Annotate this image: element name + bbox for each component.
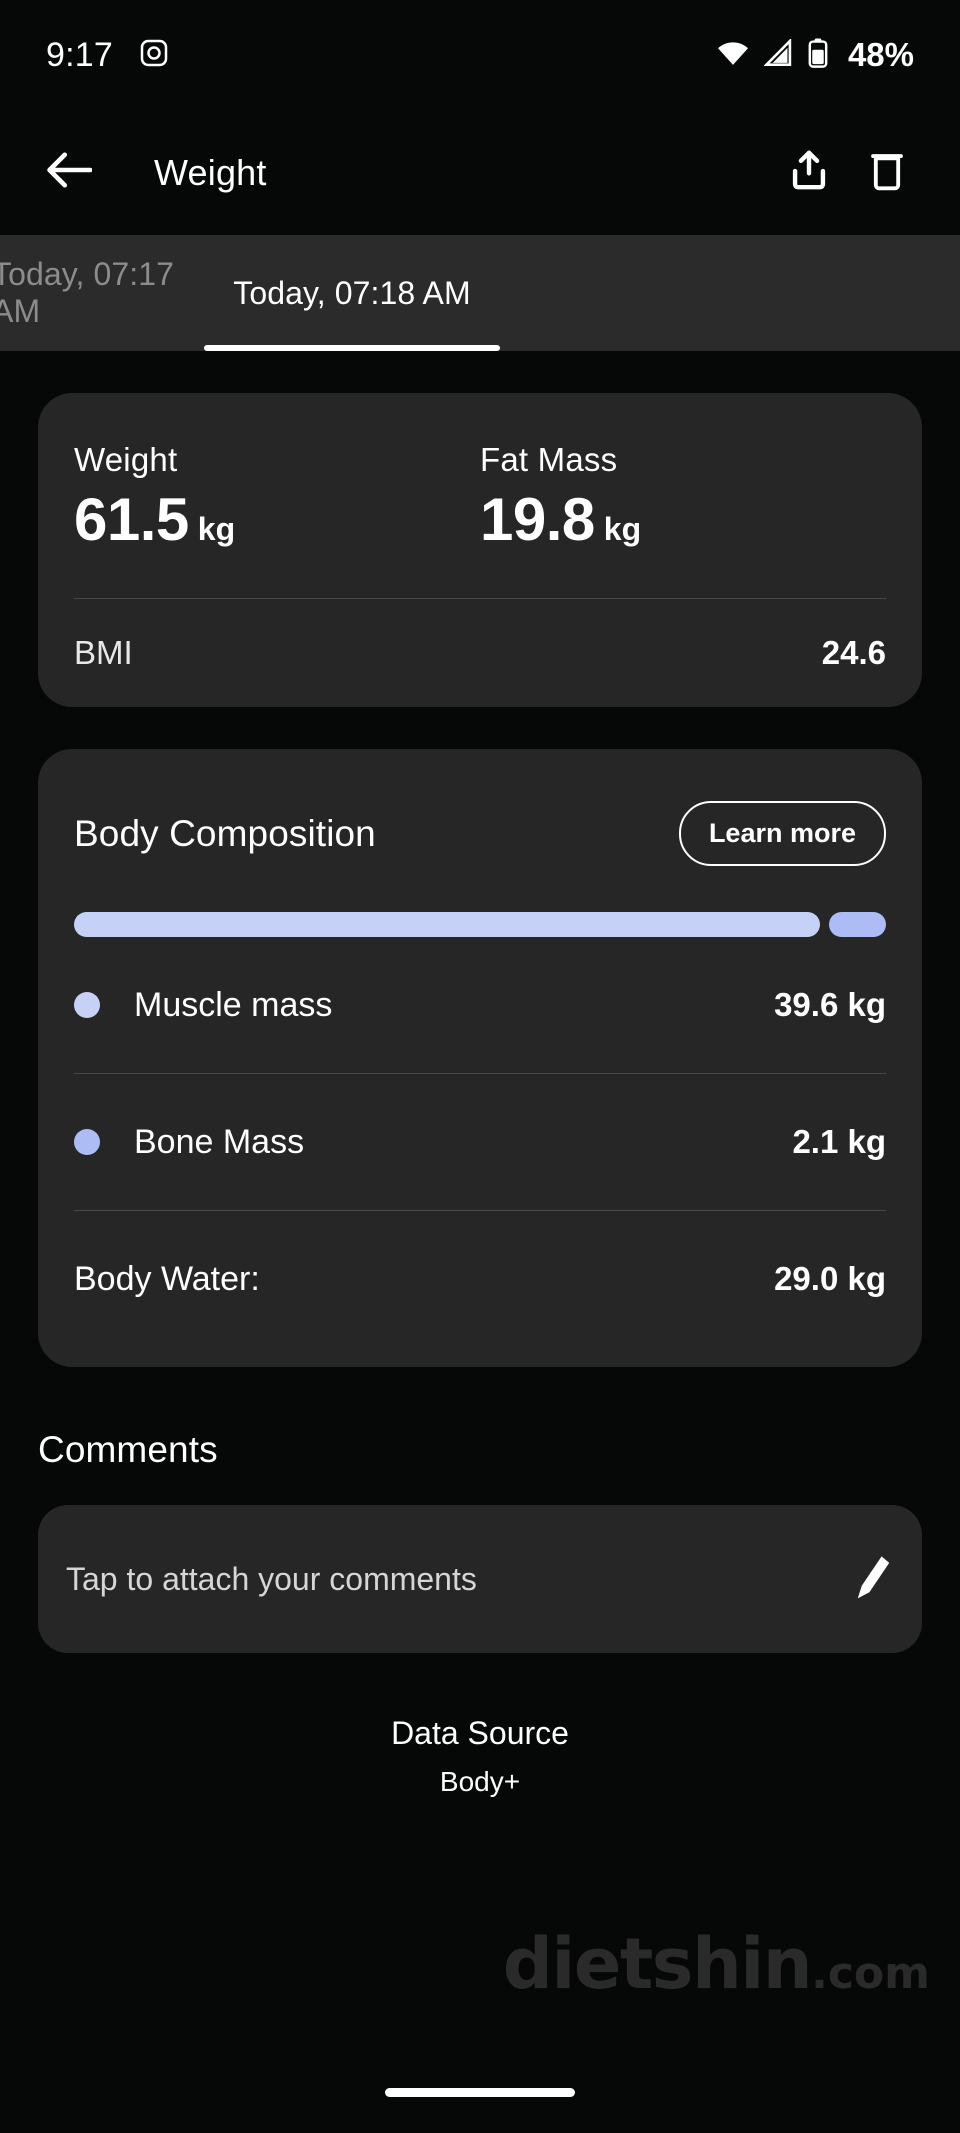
delete-button[interactable] [848, 134, 926, 212]
muscle-mass-dot-icon [74, 992, 100, 1018]
data-source-value: Body+ [439, 1766, 521, 1797]
app-bar: Weight [0, 110, 960, 235]
status-bar-left: 9:17 [46, 36, 169, 75]
watermark-suffix: .com [811, 1948, 930, 1999]
body-water-row: Body Water: 29.0 kg [74, 1211, 886, 1347]
bone-mass-value: 2.1 kg [792, 1123, 886, 1160]
back-arrow-icon [46, 150, 93, 195]
learn-more-button[interactable]: Learn more [678, 801, 886, 866]
bone-mass-label: Bone Mass [134, 1122, 305, 1161]
share-upload-icon [787, 148, 831, 197]
metric-fat-mass-label: Fat Mass [480, 441, 618, 478]
measurement-tabs: Today, 07:17 AM Today, 07:18 AM [0, 235, 960, 351]
status-bar: 9:17 48% [0, 0, 960, 110]
tab-0718[interactable]: Today, 07:18 AM [204, 235, 500, 351]
metric-fat-mass: Fat Mass 19.8 kg [480, 441, 886, 554]
tab-0718-label: Today, 07:18 AM [233, 274, 471, 311]
data-source-title: Data Source [391, 1715, 569, 1751]
pencil-icon[interactable] [848, 1550, 890, 1609]
wifi-icon [716, 39, 750, 72]
metric-weight-value: 61.5 kg [74, 485, 480, 554]
comments-section-title: Comments [38, 1429, 218, 1470]
status-time: 9:17 [46, 35, 113, 74]
metric-fat-mass-unit: kg [603, 511, 642, 547]
watermark: dietshin.com [503, 1923, 930, 2005]
content-area: Weight 61.5 kg Fat Mass 19.8 kg BMI 24.6… [0, 393, 960, 1798]
watermark-name: dietshin [502, 1923, 813, 2005]
home-indicator[interactable] [385, 2088, 575, 2097]
muscle-mass-value: 39.6 kg [774, 986, 886, 1023]
metric-fat-mass-value: 19.8 kg [480, 485, 886, 554]
summary-metrics: Weight 61.5 kg Fat Mass 19.8 kg [74, 393, 886, 562]
metric-weight-number: 61.5 [74, 486, 189, 553]
cellular-signal-icon [763, 37, 794, 72]
body-water-value: 29.0 kg [774, 1260, 886, 1297]
battery-percent: 48% [847, 36, 914, 73]
share-button[interactable] [770, 134, 848, 212]
back-button[interactable] [30, 134, 108, 212]
summary-card: Weight 61.5 kg Fat Mass 19.8 kg BMI 24.6 [38, 393, 922, 707]
metric-weight-unit: kg [197, 511, 236, 547]
body-water-label: Body Water: [74, 1259, 260, 1298]
battery-icon [808, 38, 828, 73]
tab-0717[interactable]: Today, 07:17 AM [0, 235, 204, 351]
composition-bar [74, 912, 886, 937]
data-source-section: Data Source Body+ [38, 1715, 922, 1798]
metric-weight: Weight 61.5 kg [74, 441, 480, 554]
metric-weight-label: Weight [74, 441, 178, 478]
body-composition-header: Body Composition Learn more [74, 749, 886, 866]
body-composition-title: Body Composition [74, 812, 376, 854]
bone-mass-segment [829, 912, 886, 937]
bone-mass-dot-icon [74, 1129, 100, 1155]
bmi-row: BMI 24.6 [74, 599, 886, 707]
phone-screen: 9:17 48% Weight Today, 07:17 AM Today, 0… [0, 0, 960, 2133]
tab-0717-label: Today, 07:17 AM [0, 256, 175, 329]
trash-icon [866, 148, 908, 197]
page-title: Weight [154, 151, 267, 193]
metric-fat-mass-number: 19.8 [480, 486, 595, 553]
muscle-mass-segment [74, 912, 821, 937]
bmi-value: 24.6 [821, 634, 886, 671]
comment-input[interactable]: Tap to attach your comments [38, 1505, 922, 1653]
muscle-mass-label: Muscle mass [134, 985, 333, 1024]
bone-mass-row: Bone Mass 2.1 kg [74, 1074, 886, 1210]
muscle-mass-row: Muscle mass 39.6 kg [74, 937, 886, 1073]
status-bar-right: 48% [716, 36, 914, 74]
camera-icon [139, 38, 169, 73]
body-composition-card: Body Composition Learn more Muscle mass … [38, 749, 922, 1367]
bmi-label: BMI [74, 634, 133, 671]
comment-placeholder: Tap to attach your comments [66, 1560, 477, 1597]
